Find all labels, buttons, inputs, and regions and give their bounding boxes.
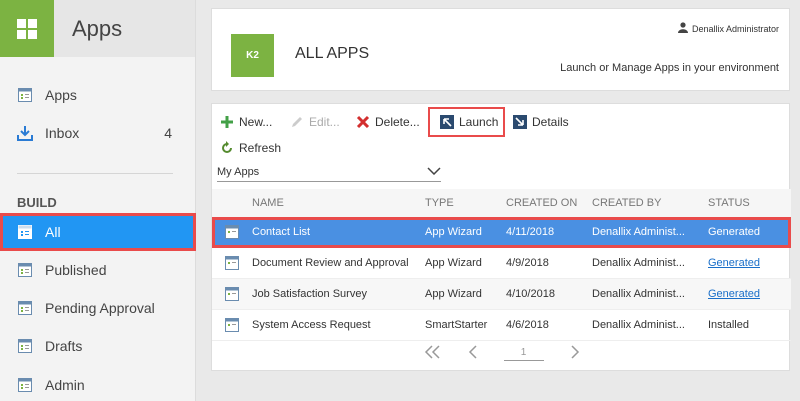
cell-status: Installed (708, 319, 749, 331)
table-row[interactable]: Document Review and Approval App Wizard … (212, 248, 791, 279)
status-link[interactable]: Generated (708, 288, 788, 300)
inbox-count: 4 (164, 125, 172, 141)
app-form-icon (17, 300, 33, 316)
sidebar-item-drafts[interactable]: Drafts (0, 327, 196, 365)
sidebar-section-build: BUILD (17, 195, 57, 210)
column-header-type[interactable]: TYPE (425, 197, 506, 209)
sidebar-item-label: Published (45, 262, 107, 278)
details-arrow-icon (513, 115, 527, 129)
cell-name: Document Review and Approval (252, 257, 409, 269)
sidebar-item-label: All (45, 224, 61, 240)
sidebar-item-admin[interactable]: Admin (0, 366, 196, 401)
page-subtitle: Launch or Manage Apps in your environmen… (560, 62, 779, 74)
k2-logo: K2 (231, 34, 274, 77)
cell-name: Job Satisfaction Survey (252, 288, 367, 300)
cell-type: App Wizard (425, 257, 482, 269)
app-form-icon (17, 224, 33, 240)
cell-created-by: Denallix Administ... (592, 226, 685, 238)
header-card: K2 ALL APPS Denallix Administrator Launc… (211, 8, 790, 91)
launch-arrow-icon (440, 115, 454, 129)
page-title: ALL APPS (295, 45, 370, 62)
status-link[interactable]: Generated (708, 257, 788, 269)
user-icon (677, 22, 688, 35)
cell-created-by: Denallix Administ... (592, 257, 685, 269)
cell-status: Generated (708, 226, 760, 238)
details-button[interactable]: Details (513, 112, 569, 132)
launch-button-label: Launch (459, 115, 499, 129)
apps-table: NAME TYPE CREATED ON CREATED BY STATUS C… (212, 189, 791, 341)
edit-button-label: Edit... (309, 115, 340, 129)
app-form-icon (17, 377, 33, 393)
pencil-icon (290, 115, 304, 129)
column-header-created-by[interactable]: CREATED BY (592, 197, 708, 209)
app-filter-value: My Apps (217, 165, 260, 178)
table-row[interactable]: Contact List App Wizard 4/11/2018 Denall… (212, 217, 791, 248)
prev-page-icon[interactable] (468, 344, 478, 364)
first-page-icon[interactable] (424, 344, 442, 364)
page-number[interactable]: 1 (503, 347, 544, 361)
apps-panel: New... Edit... Delete... Launch Details … (211, 103, 791, 371)
chevron-down-icon (427, 166, 441, 178)
sidebar-item-label: Drafts (45, 338, 83, 354)
k2-logo-text: K2 (246, 50, 259, 61)
table-row[interactable]: System Access Request SmartStarter 4/6/2… (212, 310, 791, 341)
apps-grid-icon[interactable] (0, 0, 54, 57)
cell-name: Contact List (252, 226, 311, 238)
details-button-label: Details (532, 115, 569, 129)
sidebar-item-apps[interactable]: Apps (0, 76, 196, 114)
cell-created-on: 4/6/2018 (506, 319, 549, 331)
sidebar-title: Apps (72, 15, 123, 41)
delete-button[interactable]: Delete... (356, 112, 420, 132)
app-form-icon (212, 287, 252, 301)
plus-icon (220, 115, 234, 129)
sidebar-item-inbox[interactable]: Inbox 4 (0, 114, 196, 152)
sidebar-item-published[interactable]: Published (0, 251, 196, 289)
sidebar-item-all[interactable]: All (0, 213, 196, 251)
cell-created-by: Denallix Administ... (592, 319, 685, 331)
column-header-name[interactable]: NAME (252, 197, 425, 209)
column-header-created-on[interactable]: CREATED ON (506, 197, 592, 209)
sidebar-divider (17, 173, 173, 174)
next-page-icon[interactable] (570, 344, 580, 364)
cell-type: SmartStarter (425, 319, 488, 331)
sidebar-item-label: Apps (45, 87, 77, 103)
app-form-icon (212, 318, 252, 332)
delete-button-label: Delete... (375, 115, 420, 129)
refresh-icon (220, 141, 234, 155)
user-menu[interactable]: Denallix Administrator (677, 22, 779, 35)
new-button[interactable]: New... (220, 112, 272, 132)
launch-button[interactable]: Launch (440, 112, 498, 132)
sidebar-item-label: Admin (45, 377, 85, 393)
app-form-icon (17, 262, 33, 278)
new-button-label: New... (239, 115, 273, 129)
app-form-icon (17, 338, 33, 354)
user-name: Denallix Administrator (691, 23, 779, 34)
sidebar: Apps Apps Inbox 4 BUILD All Published Pe… (0, 0, 196, 401)
inbox-download-icon (17, 125, 33, 141)
refresh-button[interactable]: Refresh (220, 138, 281, 158)
column-header-status[interactable]: STATUS (708, 197, 788, 209)
cell-created-by: Denallix Administ... (592, 288, 685, 300)
cell-created-on: 4/9/2018 (506, 257, 549, 269)
cell-created-on: 4/10/2018 (506, 288, 555, 300)
sidebar-item-pending-approval[interactable]: Pending Approval (0, 289, 196, 327)
refresh-button-label: Refresh (239, 141, 282, 155)
edit-button[interactable]: Edit... (290, 112, 340, 132)
app-form-icon (212, 256, 252, 270)
cell-type: App Wizard (425, 226, 482, 238)
app-form-icon (212, 225, 252, 239)
delete-x-icon (356, 115, 370, 129)
sidebar-header: Apps (0, 0, 195, 57)
cell-type: App Wizard (425, 288, 482, 300)
cell-name: System Access Request (252, 319, 371, 331)
table-row[interactable]: Job Satisfaction Survey App Wizard 4/10/… (212, 279, 791, 310)
app-form-icon (17, 87, 33, 103)
table-header: NAME TYPE CREATED ON CREATED BY STATUS (212, 189, 791, 217)
cell-created-on: 4/11/2018 (506, 226, 555, 238)
app-filter-dropdown[interactable]: My Apps (217, 162, 441, 182)
sidebar-item-label: Inbox (45, 125, 80, 141)
pagination: 1 (212, 342, 791, 366)
sidebar-item-label: Pending Approval (45, 300, 155, 316)
